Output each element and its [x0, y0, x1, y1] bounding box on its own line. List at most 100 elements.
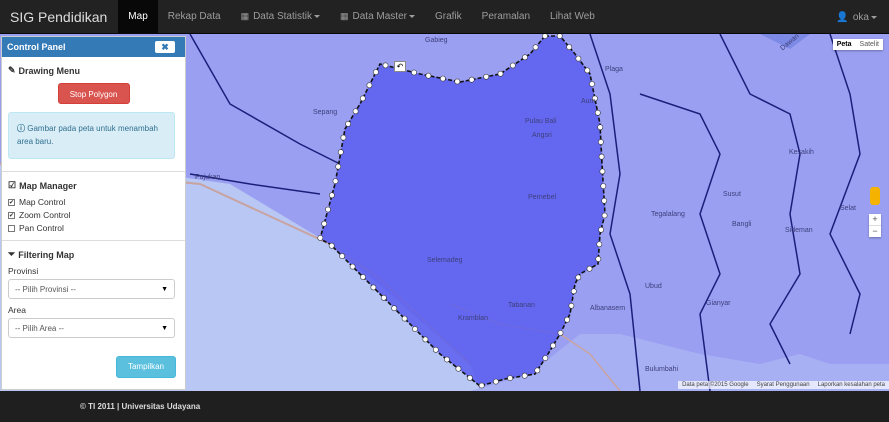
attribution-report-link[interactable]: Laporkan kesalahan peta [818, 382, 885, 388]
polygon-vertex[interactable] [454, 78, 461, 85]
nav-rekap-data[interactable]: Rekap Data [158, 0, 231, 34]
polygon-vertex[interactable] [359, 95, 366, 102]
polygon-vertex[interactable] [601, 197, 608, 204]
map-type-peta[interactable]: Peta [833, 39, 856, 50]
polygon-vertex[interactable] [349, 263, 356, 270]
polygon-vertex[interactable] [345, 121, 351, 127]
polygon-vertex[interactable] [370, 284, 377, 291]
polygon-vertex[interactable] [586, 265, 593, 272]
nav-lihat-web[interactable]: Lihat Web [540, 0, 605, 34]
polygon-vertex[interactable] [360, 274, 366, 280]
polygon-vertex[interactable] [339, 253, 345, 259]
place-label: Albanasem [590, 305, 626, 312]
polygon-vertex[interactable] [600, 183, 607, 189]
polygon-vertex[interactable] [522, 54, 528, 61]
polygon-vertex[interactable] [352, 108, 359, 115]
polygon-vertex[interactable] [596, 241, 603, 248]
polygon-vertex[interactable] [466, 374, 473, 381]
polygon-vertex[interactable] [497, 70, 504, 77]
nav-grafik[interactable]: Grafik [425, 0, 472, 34]
polygon-vertex[interactable] [412, 326, 418, 332]
polygon-vertex[interactable] [566, 44, 573, 50]
zoom-out-button[interactable]: − [869, 225, 881, 237]
polygon-vertex[interactable] [439, 75, 446, 82]
polygon-vertex[interactable] [478, 382, 485, 389]
polygon-vertex[interactable] [570, 288, 577, 295]
provinsi-select[interactable]: -- Pilih Provinsi -- ▼ [8, 279, 175, 299]
polygon-vertex[interactable] [507, 375, 513, 381]
checkbox-checked[interactable]: ✔ [8, 211, 15, 219]
zoom-control-checkbox[interactable]: ✔ Zoom Control [2, 210, 185, 220]
polygon-vertex[interactable] [366, 82, 373, 89]
polygon-vertex[interactable] [601, 212, 608, 219]
polygon-vertex[interactable] [534, 367, 541, 374]
polygon-vertex[interactable] [584, 67, 591, 74]
polygon-vertex[interactable] [542, 34, 548, 39]
polygon-vertex[interactable] [328, 242, 335, 249]
polygon-vertex[interactable] [422, 336, 429, 343]
polygon-vertex[interactable] [382, 62, 389, 69]
polygon-vertex[interactable] [521, 372, 528, 379]
nav-map[interactable]: Map [118, 0, 158, 34]
nav-data-statistik[interactable]: ▦ Data Statistik [231, 0, 330, 34]
polygon-vertex[interactable] [401, 315, 408, 322]
pan-control-checkbox[interactable]: Pan Control [2, 223, 185, 233]
calendar-icon: ▦ [240, 11, 250, 21]
polygon-vertex[interactable] [432, 346, 439, 353]
polygon-vertex[interactable] [509, 62, 516, 69]
map-control-checkbox[interactable]: ✔ Map Control [2, 197, 185, 207]
polygon-vertex[interactable] [468, 76, 475, 83]
zoom-in-button[interactable]: + [869, 214, 881, 225]
checkbox-unchecked[interactable] [8, 224, 15, 232]
polygon-vertex[interactable] [325, 206, 331, 213]
polygon-vertex[interactable] [372, 69, 379, 75]
user-menu[interactable]: 👤 oka [836, 0, 877, 34]
map-type-satelit[interactable]: Satelit [856, 39, 883, 50]
polygon-vertex[interactable] [483, 73, 490, 80]
nav-peramalan[interactable]: Peramalan [472, 0, 540, 34]
polygon-vertex[interactable] [568, 302, 575, 309]
attribution-terms-link[interactable]: Syarat Penggunaan [757, 382, 810, 388]
polygon-vertex[interactable] [328, 192, 335, 199]
polygon-vertex[interactable] [597, 124, 604, 131]
polygon-vertex[interactable] [575, 55, 582, 62]
polygon-vertex[interactable] [550, 342, 556, 349]
polygon-vertex[interactable] [575, 274, 582, 281]
polygon-vertex[interactable] [492, 378, 499, 385]
polygon-vertex[interactable] [340, 134, 347, 141]
polygon-vertex[interactable] [425, 72, 432, 79]
polygon-vertex[interactable] [556, 34, 563, 39]
polygon-vertex[interactable] [332, 178, 339, 184]
polygon-vertex[interactable] [557, 329, 564, 336]
polygon-vertex[interactable] [594, 109, 601, 116]
brand[interactable]: SIG Pendidikan [0, 9, 118, 25]
polygon-vertex[interactable] [598, 226, 604, 233]
place-label: Gianyar [706, 300, 731, 307]
polygon-vertex[interactable] [595, 256, 602, 262]
close-icon[interactable]: ✖ [155, 41, 175, 53]
polygon-vertex[interactable] [589, 81, 595, 87]
polygon-vertex[interactable] [542, 355, 549, 361]
polygon-vertex[interactable] [599, 168, 606, 175]
polygon-vertex[interactable] [455, 365, 462, 372]
tampilkan-button[interactable]: Tampilkan [116, 356, 176, 378]
polygon-vertex[interactable] [411, 69, 417, 76]
polygon-vertex[interactable] [564, 316, 570, 323]
checkbox-checked[interactable]: ✔ [8, 198, 15, 206]
polygon-vertex[interactable] [391, 305, 398, 312]
polygon-vertex[interactable] [317, 234, 324, 241]
polygon-vertex[interactable] [337, 149, 344, 155]
polygon-vertex[interactable] [380, 294, 387, 301]
polygon-vertex[interactable] [443, 356, 450, 363]
pegman-icon[interactable] [870, 187, 880, 205]
undo-icon[interactable]: ↶ [394, 61, 406, 72]
nav-data-master[interactable]: ▦ Data Master [330, 0, 425, 34]
footer: © TI 2011 | Universitas Udayana [0, 391, 889, 422]
polygon-vertex[interactable] [598, 153, 605, 160]
polygon-vertex[interactable] [335, 163, 342, 170]
polygon-vertex[interactable] [598, 139, 604, 145]
stop-polygon-button[interactable]: Stop Polygon [57, 83, 130, 104]
polygon-vertex[interactable] [321, 220, 328, 227]
polygon-vertex[interactable] [532, 44, 539, 51]
area-select[interactable]: -- Pilih Area -- ▼ [8, 318, 175, 338]
